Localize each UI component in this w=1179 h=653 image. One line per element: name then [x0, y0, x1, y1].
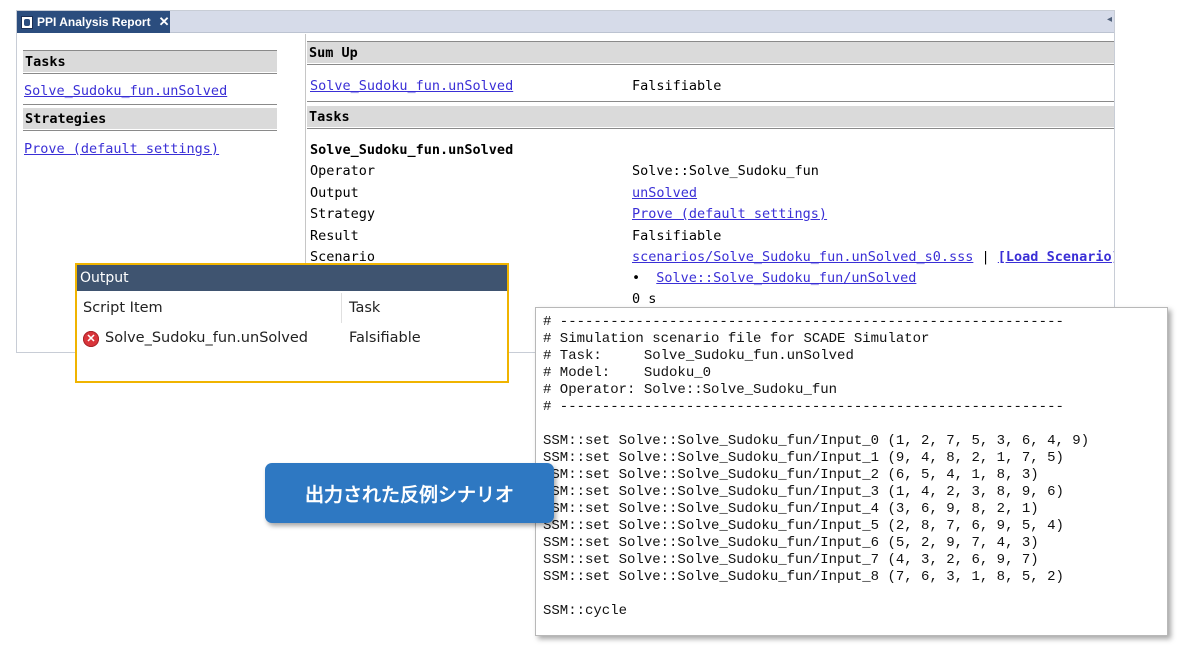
operator-value: Solve::Solve_Sudoku_fun — [632, 163, 819, 179]
tasks-detail-section-header: Tasks — [307, 106, 1114, 127]
divider — [23, 73, 277, 74]
scenario-line: scenarios/Solve_Sudoku_fun.unSolved_s0.s… — [632, 249, 1114, 265]
scenario-text-line: # Task: Solve_Sudoku_fun.unSolved — [543, 348, 854, 364]
divider — [307, 128, 1114, 129]
scenario-text-line: # Simulation scenario file for SCADE Sim… — [543, 331, 930, 347]
result-value: Falsifiable — [632, 228, 722, 244]
bullet-icon: • — [632, 270, 641, 286]
scenario-text-line: SSM::set Solve::Solve_Sudoku_fun/Input_2… — [543, 467, 1039, 483]
output-panel-title: Output — [80, 270, 129, 286]
scenario-text-line: SSM::set Solve::Solve_Sudoku_fun/Input_3… — [543, 484, 1064, 500]
scenario-text-line: SSM::set Solve::Solve_Sudoku_fun/Input_0… — [543, 433, 1090, 449]
scenario-text-line: # --------------------------------------… — [543, 314, 1064, 330]
chevron-left-icon[interactable]: ◂ — [1107, 14, 1112, 25]
divider — [307, 101, 1114, 102]
output-row-task: Falsifiable — [349, 330, 421, 346]
time-value: 0 s — [632, 291, 657, 307]
divider — [307, 64, 1114, 65]
tab-bar: PPI Analysis Report ✕ ◂ — [17, 11, 1114, 33]
column-divider[interactable] — [341, 293, 342, 323]
scenario-text-line: SSM::set Solve::Solve_Sudoku_fun/Input_5… — [543, 518, 1064, 534]
sumup-section-header: Sum Up — [307, 42, 1114, 63]
tasks-detail-header-label: Tasks — [309, 108, 350, 125]
close-icon[interactable]: ✕ — [159, 14, 170, 30]
scenario-text-line: SSM::set Solve::Solve_Sudoku_fun/Input_4… — [543, 501, 1039, 517]
output-variable-link[interactable]: Solve::Solve_Sudoku_fun/unSolved — [656, 270, 916, 286]
scenario-text-line: SSM::set Solve::Solve_Sudoku_fun/Input_7… — [543, 552, 1039, 568]
report-icon — [21, 15, 33, 29]
tab-title: PPI Analysis Report — [37, 15, 151, 29]
scenario-text-line: # --------------------------------------… — [543, 399, 1064, 415]
sumup-task-link[interactable]: Solve_Sudoku_fun.unSolved — [310, 78, 513, 94]
strategy-link-left[interactable]: Prove (default settings) — [24, 141, 219, 157]
divider — [23, 104, 277, 105]
result-label: Result — [310, 228, 359, 244]
task-title: Solve_Sudoku_fun.unSolved — [310, 142, 514, 158]
scenario-separator: | — [981, 249, 990, 265]
tasks-header-label: Tasks — [25, 53, 66, 70]
load-scenario-link[interactable]: [Load Scenario] — [998, 249, 1114, 265]
scenario-file-panel: # --------------------------------------… — [535, 307, 1168, 636]
strategies-section-header: Strategies — [23, 108, 277, 129]
output-panel-header: Output — [77, 265, 507, 291]
task-link-left[interactable]: Solve_Sudoku_fun.unSolved — [24, 83, 227, 99]
error-icon: ✕ — [83, 331, 99, 347]
output-row-item[interactable]: Solve_Sudoku_fun.unSolved — [105, 330, 308, 346]
output-label: Output — [310, 185, 359, 201]
scenario-file-link[interactable]: scenarios/Solve_Sudoku_fun.unSolved_s0.s… — [632, 249, 973, 265]
output-panel: Output Script Item Task ✕ Solve_Sudoku_f… — [75, 263, 509, 383]
column-header-task[interactable]: Task — [349, 291, 499, 324]
scenario-text-line: SSM::set Solve::Solve_Sudoku_fun/Input_8… — [543, 569, 1064, 585]
tasks-section-header: Tasks — [23, 51, 277, 72]
callout-text: 出力された反例シナリオ — [304, 483, 514, 506]
sumup-header-label: Sum Up — [309, 44, 358, 61]
scenario-text-line: SSM::cycle — [543, 603, 628, 619]
scenario-text-line: # Model: Sudoku_0 — [543, 365, 712, 381]
scenario-text-line: # Operator: Solve::Solve_Sudoku_fun — [543, 382, 838, 398]
divider — [23, 130, 277, 131]
scenario-text-line: SSM::set Solve::Solve_Sudoku_fun/Input_1… — [543, 450, 1064, 466]
tab-ppi-analysis-report[interactable]: PPI Analysis Report ✕ — [17, 11, 170, 33]
column-header-script-item[interactable]: Script Item — [83, 291, 338, 324]
output-link[interactable]: unSolved — [632, 185, 697, 201]
scenario-text-line: SSM::set Solve::Solve_Sudoku_fun/Input_6… — [543, 535, 1039, 551]
strategies-header-label: Strategies — [25, 110, 107, 127]
sumup-result: Falsifiable — [632, 78, 722, 94]
column-header-label: Script Item — [83, 299, 163, 316]
scenario-bullet-line: • Solve::Solve_Sudoku_fun/unSolved — [632, 270, 916, 286]
callout-label: 出力された反例シナリオ — [265, 463, 554, 523]
strategy-label: Strategy — [310, 206, 376, 222]
operator-label: Operator — [310, 163, 376, 179]
strategy-link[interactable]: Prove (default settings) — [632, 206, 827, 222]
column-header-label: Task — [349, 299, 381, 316]
